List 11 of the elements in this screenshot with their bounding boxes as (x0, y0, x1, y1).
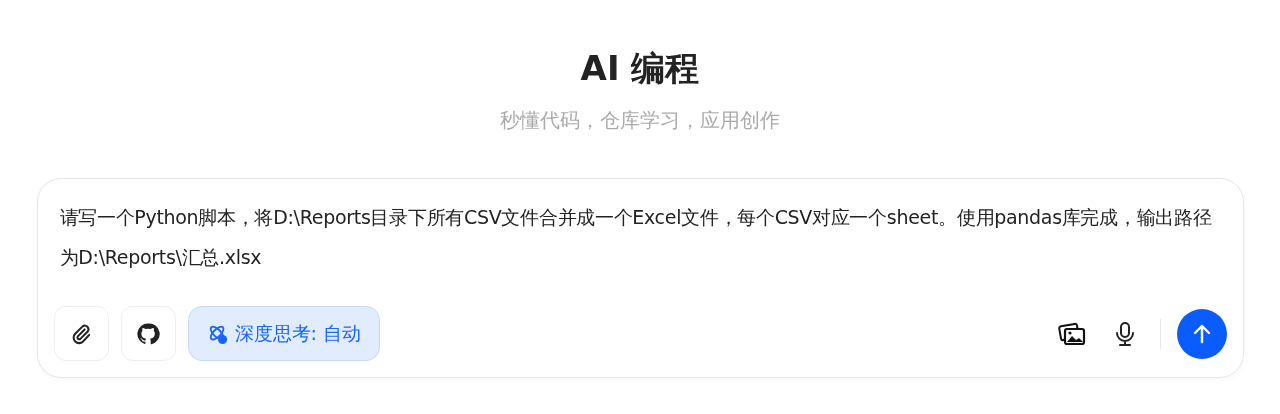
github-icon (136, 321, 160, 346)
chat-input-box[interactable]: 请写一个Python脚本，将D:\Reports目录下所有CSV文件合并成一个Excel文件，每个CSV对应一个sheet。使用pandas库完成，输出路径为D:\Reports\汇总.xlsx 深度思考: 自动 (36, 178, 1244, 378)
attach-button[interactable] (53, 306, 109, 361)
page-title: AI 编程 (580, 47, 700, 90)
github-button[interactable] (120, 306, 176, 361)
paperclip-icon (70, 322, 92, 345)
deep-thinking-toggle[interactable]: 深度思考: 自动 (187, 306, 380, 361)
prompt-text[interactable]: 请写一个Python脚本，将D:\Reports目录下所有CSV文件合并成一个Excel文件，每个CSV对应一个sheet。使用pandas库完成，输出路径为D:\Reports\汇总.xlsx (59, 197, 1227, 277)
page-subtitle: 秒懂代码，仓库学习，应用创作 (500, 107, 780, 134)
images-icon (1057, 321, 1086, 346)
microphone-icon (1113, 320, 1136, 347)
